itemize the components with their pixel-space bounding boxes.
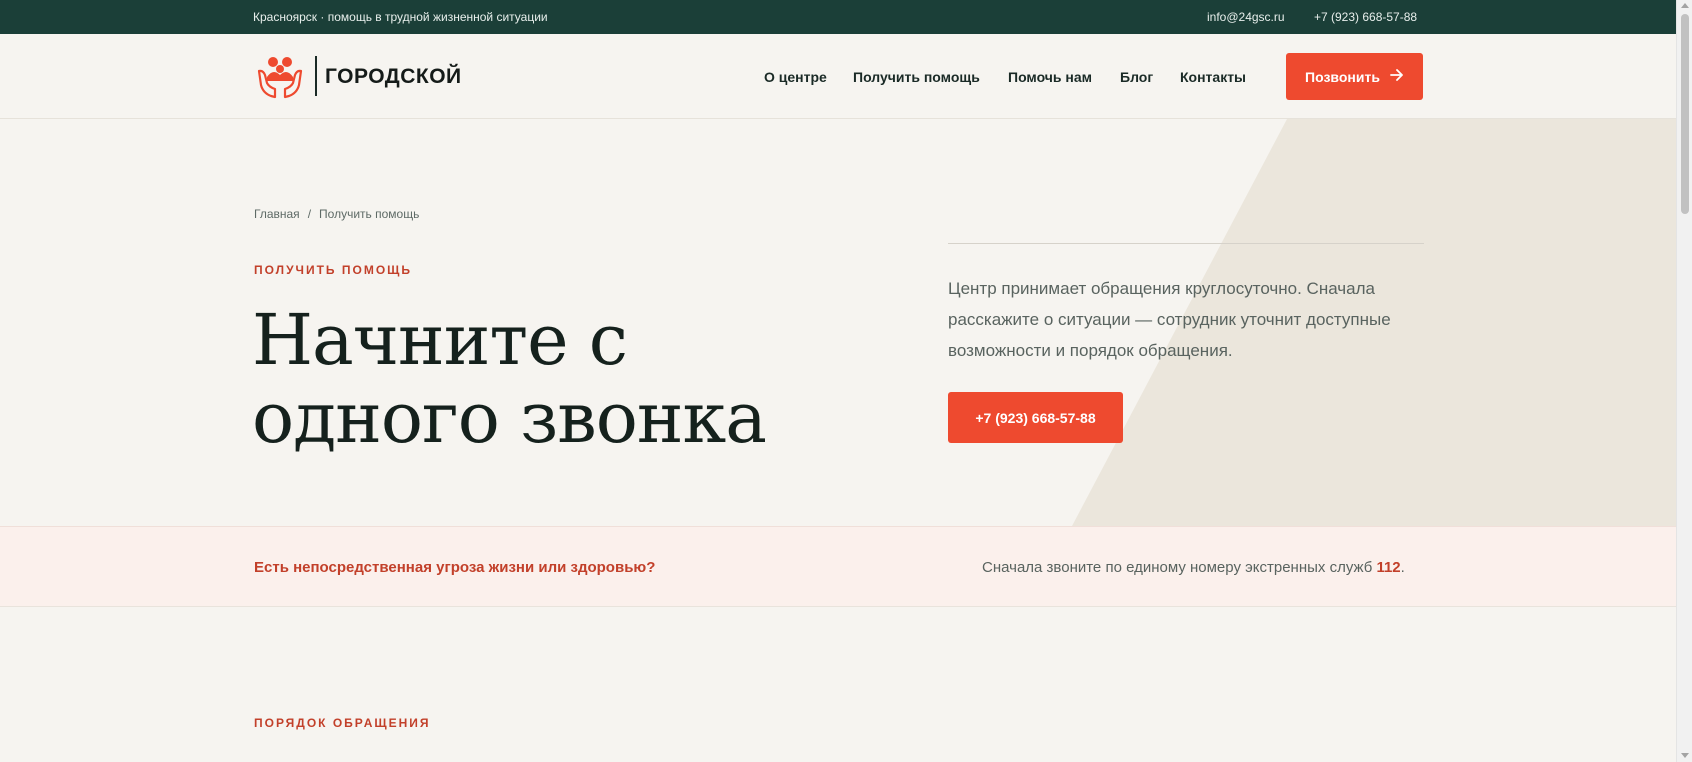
hero-eyebrow: Получить помощь [254,263,413,277]
nav-item-get-help[interactable]: Получить помощь [853,69,980,85]
call-button[interactable]: Позвонить [1286,53,1423,100]
site-header: ГОРОДСКОЙ О центре Получить помощь Помоч… [0,34,1676,119]
emergency-number: 112 [1376,559,1401,576]
top-bar: Красноярск · помощь в трудной жизненной … [0,0,1676,34]
hands-family-icon [257,57,303,99]
hero-section: Главная / Получить помощь Получить помощь … [0,119,1676,526]
top-bar-email-link[interactable]: info@24gsc.ru [1207,10,1285,24]
scrollbar-thumb[interactable] [1681,14,1689,214]
scroll-up-icon[interactable] [1681,3,1689,8]
nav-item-blog[interactable]: Блог [1120,69,1153,85]
breadcrumb-separator: / [307,207,312,221]
page: Красноярск · помощь в трудной жизненной … [0,0,1676,762]
logo-text: ГОРОДСКОЙ [325,65,462,88]
page-scrollbar[interactable] [1676,0,1692,762]
arrow-right-icon [1390,68,1404,86]
emergency-note: Сначала звоните по единому номеру экстре… [982,559,1405,576]
phone-call-button[interactable]: +7 (923) 668-57-88 [948,392,1123,443]
emergency-alert: Есть непосредственная угроза жизни или з… [0,526,1676,607]
nav-item-help-us[interactable]: Помочь нам [1008,69,1092,85]
emergency-question: Есть непосредственная угроза жизни или з… [254,559,656,576]
top-bar-phone-link[interactable]: +7 (923) 668-57-88 [1314,10,1417,24]
nav-item-about[interactable]: О центре [764,69,827,85]
emergency-note-end: . [1400,559,1405,576]
breadcrumb-item-current: Получить помощь [319,207,420,221]
call-button-label: Позвонить [1305,68,1380,85]
page-title: Начните с одного звонка [252,299,767,459]
procedure-eyebrow: Порядок обращения [254,716,431,730]
logo-divider [315,56,317,96]
breadcrumb-item-home[interactable]: Главная [254,207,300,221]
hero-description: Центр принимает обращения круглосуточно.… [948,279,1391,360]
procedure-section: Порядок обращения [0,607,1676,762]
top-bar-tagline: Красноярск · помощь в трудной жизненной … [253,10,548,24]
scroll-down-icon[interactable] [1681,753,1689,758]
emergency-note-text: Сначала звоните по единому номеру экстре… [982,559,1377,576]
breadcrumb: Главная / Получить помощь [254,207,419,221]
hero-divider [948,243,1424,244]
logo-link[interactable]: ГОРОДСКОЙ [255,53,475,99]
nav-item-contacts[interactable]: Контакты [1180,69,1246,85]
